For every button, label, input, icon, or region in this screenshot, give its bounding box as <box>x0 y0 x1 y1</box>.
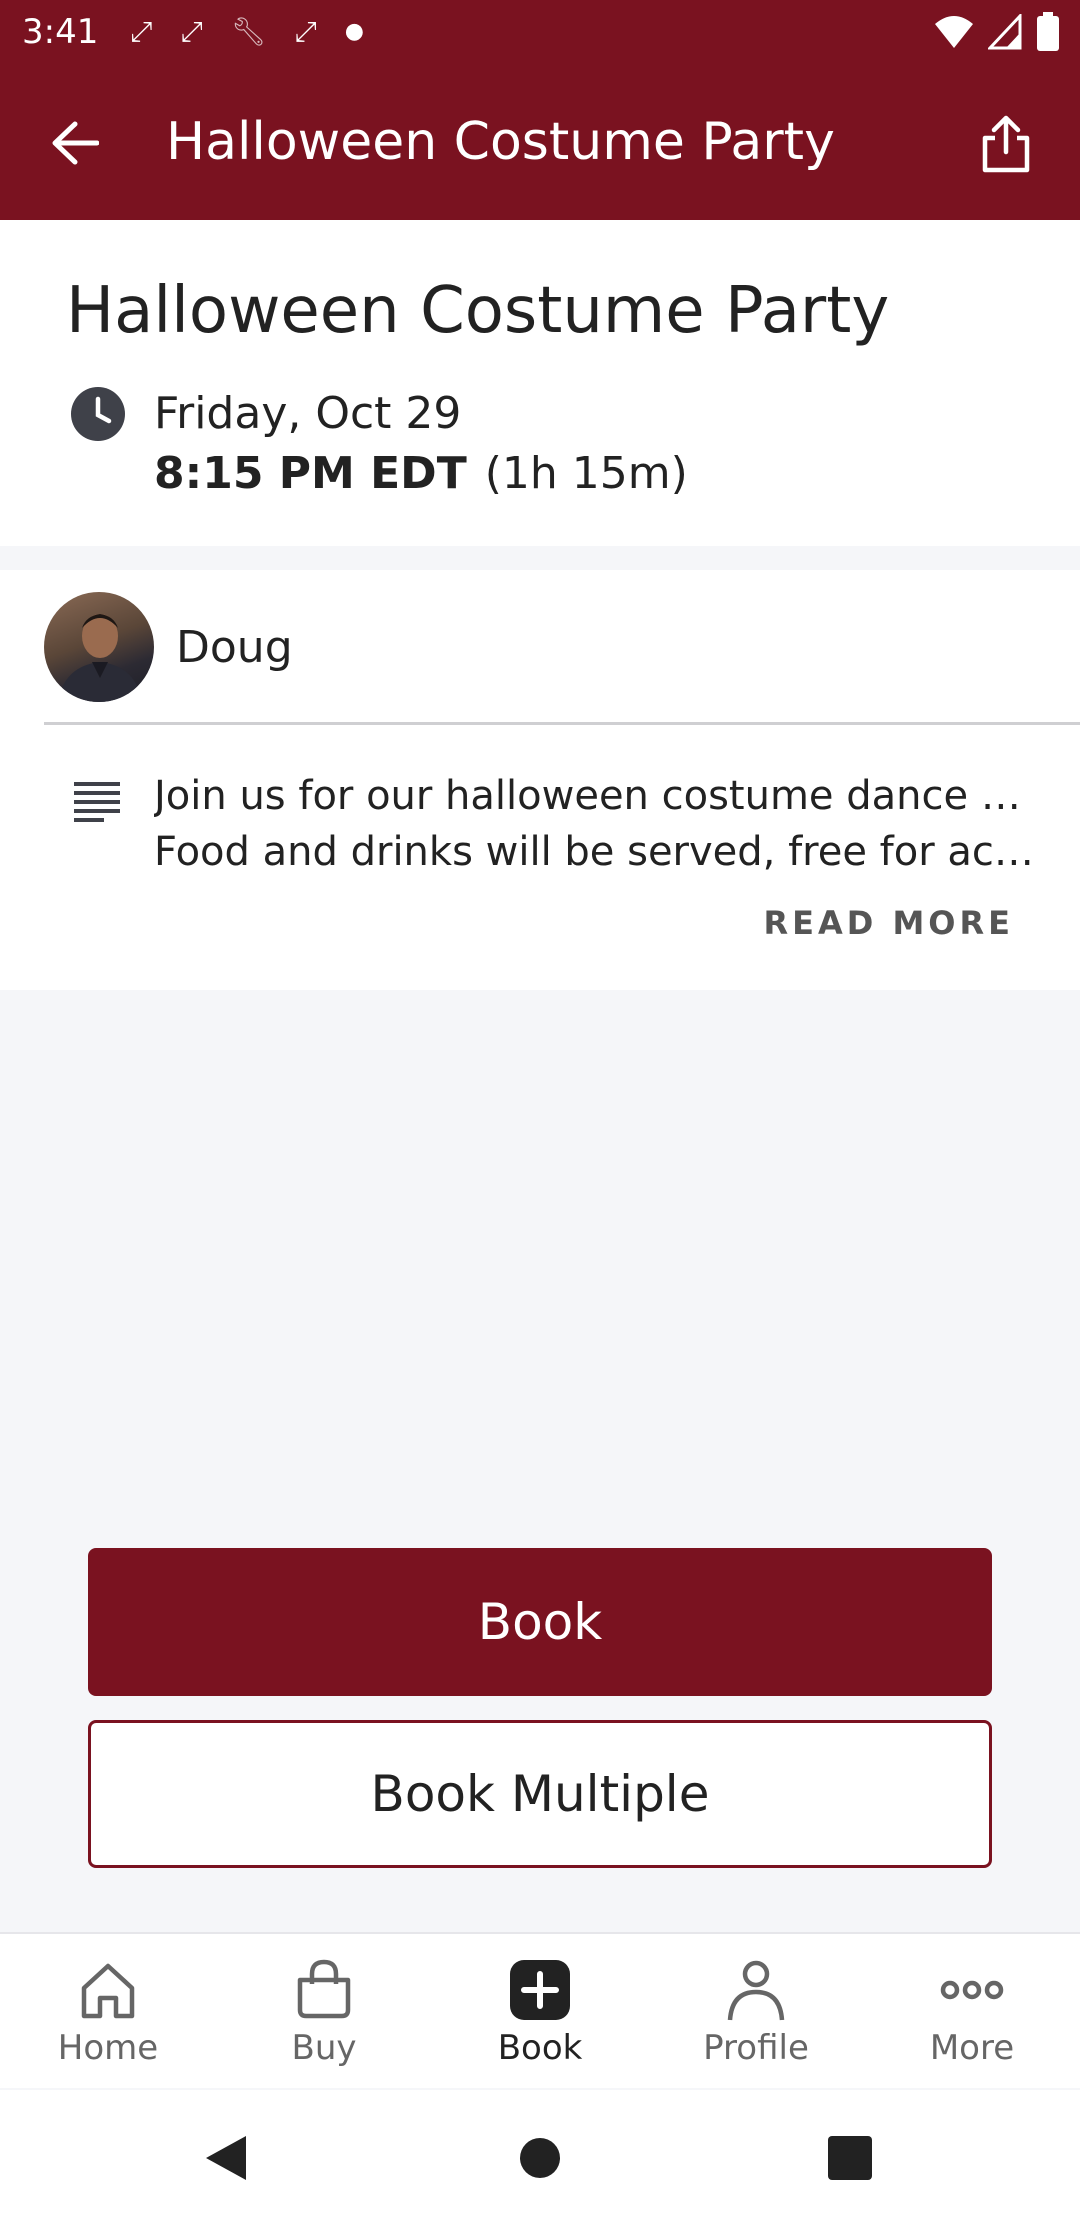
nav-label: Buy <box>291 2028 357 2068</box>
nav-label: Profile <box>703 2028 809 2068</box>
event-description: Join us for our halloween costume dance … <box>154 768 1034 880</box>
host-name: Doug <box>176 622 293 673</box>
sync-icon: ⤢ <box>180 15 203 48</box>
event-date: Friday, Oct 29 <box>154 388 462 439</box>
host-avatar[interactable] <box>44 592 154 702</box>
recents-square-icon[interactable] <box>822 2130 878 2186</box>
app-bar: Halloween Costume Party <box>0 64 1080 220</box>
system-nav-bar <box>0 2090 1080 2220</box>
status-system-icons <box>934 12 1060 52</box>
nav-item-book[interactable]: Book <box>432 1934 648 2088</box>
status-bar: 3:41 ⤢ ⤢ 🔧︎ ⤢ ● <box>0 0 1080 64</box>
description-icon <box>74 782 120 822</box>
nav-label: More <box>929 2028 1015 2068</box>
event-time: 8:15 PM EDT <box>154 448 467 499</box>
share-icon <box>982 115 1030 173</box>
more-horizontal-icon <box>940 1980 1004 2000</box>
sync-icon: ⤢ <box>294 15 317 48</box>
signal-icon <box>988 14 1022 50</box>
app-bar-title: Halloween Costume Party <box>166 112 835 172</box>
nav-item-profile[interactable]: Profile <box>648 1934 864 2088</box>
event-duration: (1h 15m) <box>484 448 688 499</box>
event-time-row: 8:15 PM EDT (1h 15m) <box>154 448 688 499</box>
home-icon <box>81 1963 135 2019</box>
arrow-left-icon <box>52 121 99 165</box>
sync-icon: ⤢ <box>130 15 153 48</box>
nav-item-buy[interactable]: Buy <box>216 1934 432 2088</box>
shopping-bag-icon <box>297 1959 351 2019</box>
divider <box>44 722 1080 725</box>
bottom-nav: Home Buy Book Profile More <box>0 1932 1080 2088</box>
clock-icon <box>71 387 125 441</box>
book-multiple-button[interactable]: Book Multiple <box>88 1720 992 1868</box>
description-line: Join us for our halloween costume dance … <box>154 773 1034 819</box>
status-time: 3:41 <box>22 12 99 52</box>
wrench-icon: 🔧︎ <box>230 15 267 48</box>
nav-item-home[interactable]: Home <box>0 1934 216 2088</box>
back-triangle-icon[interactable] <box>198 2130 254 2186</box>
nav-item-more[interactable]: More <box>864 1934 1080 2088</box>
share-button[interactable] <box>966 104 1046 184</box>
nav-label: Home <box>57 2028 159 2068</box>
wifi-icon <box>935 16 973 48</box>
read-more-link[interactable]: READ MORE <box>763 904 1014 942</box>
status-notification-icons: ⤢ ⤢ 🔧︎ ⤢ ● <box>130 14 364 50</box>
person-icon <box>727 1960 785 2021</box>
home-circle-icon[interactable] <box>512 2130 568 2186</box>
event-header: Halloween Costume Party Friday, Oct 29 8… <box>0 220 1080 546</box>
battery-icon <box>1037 12 1059 51</box>
description-line: Food and drinks will be served, free for… <box>154 829 1034 875</box>
plus-square-icon <box>510 1960 570 2020</box>
back-button[interactable] <box>40 108 110 178</box>
avatar-image <box>58 614 142 702</box>
event-details: Doug Join us for our halloween costume d… <box>0 570 1080 990</box>
book-button[interactable]: Book <box>88 1548 992 1696</box>
event-title: Halloween Costume Party <box>66 274 890 348</box>
dot-icon: ● <box>344 19 364 44</box>
nav-label: Book <box>497 2028 583 2068</box>
